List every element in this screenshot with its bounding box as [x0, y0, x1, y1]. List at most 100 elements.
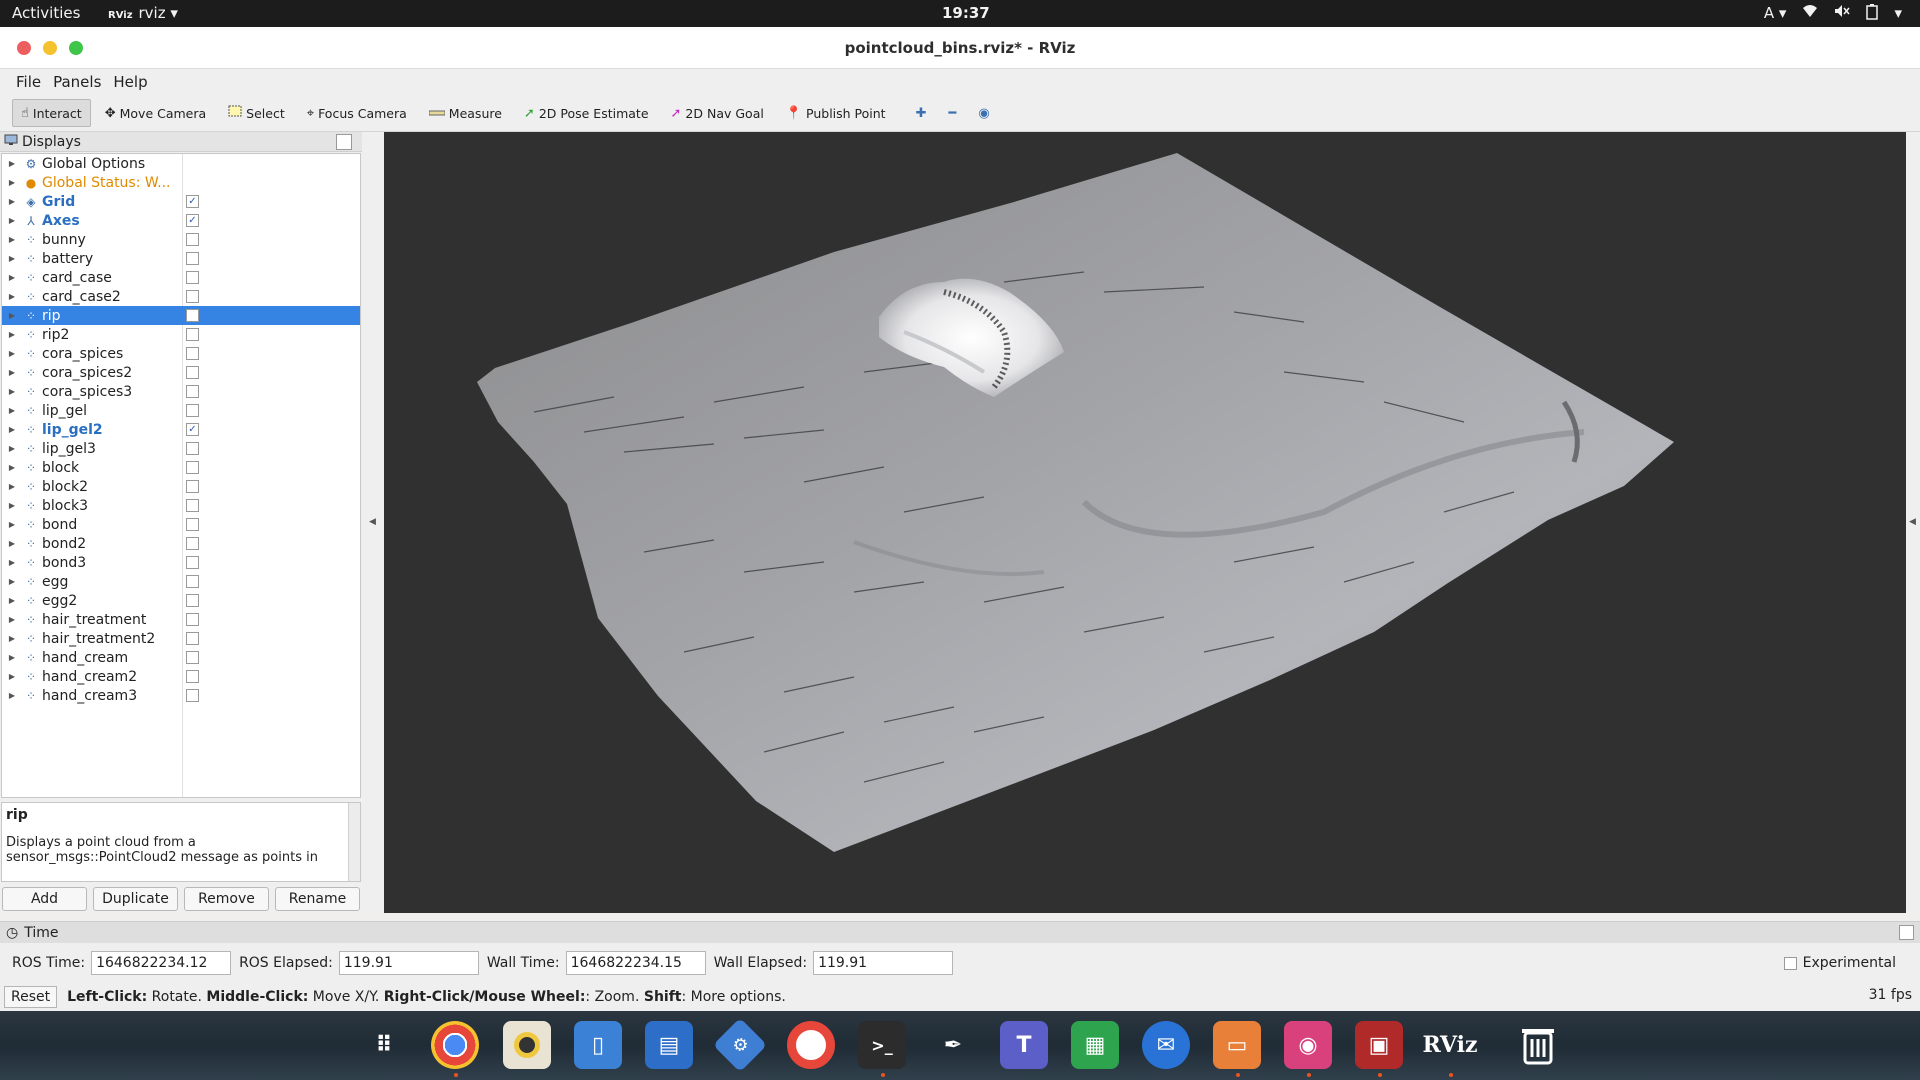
expand-arrow-icon[interactable]: ▶: [4, 691, 20, 700]
publish-point-tool-button[interactable]: 📍 Publish Point: [778, 99, 894, 127]
keyboard-layout-indicator[interactable]: A ▾: [1764, 4, 1787, 24]
expand-arrow-icon[interactable]: ▶: [4, 292, 20, 301]
add-display-button[interactable]: Add: [2, 887, 87, 911]
settings-icon[interactable]: ⚙: [712, 1017, 768, 1073]
display-enable-checkbox[interactable]: [186, 556, 199, 569]
display-row[interactable]: ▶ ◈ Grid ✓: [2, 192, 360, 211]
display-row[interactable]: ▶ ⁘ lip_gel: [2, 401, 360, 420]
display-enable-checkbox[interactable]: [186, 575, 199, 588]
display-row[interactable]: ▶ ⁘ hand_cream: [2, 648, 360, 667]
display-enable-checkbox[interactable]: [186, 347, 199, 360]
display-row[interactable]: ▶ ⁘ bond: [2, 515, 360, 534]
writer-icon[interactable]: ▤: [645, 1021, 693, 1069]
expand-arrow-icon[interactable]: ▶: [4, 387, 20, 396]
interact-tool-button[interactable]: ☝ Interact: [12, 99, 91, 127]
expand-arrow-icon[interactable]: ▶: [4, 311, 20, 320]
expand-arrow-icon[interactable]: ▶: [4, 444, 20, 453]
remove-display-button[interactable]: Remove: [184, 887, 269, 911]
expand-arrow-icon[interactable]: ▶: [4, 672, 20, 681]
display-enable-checkbox[interactable]: [186, 480, 199, 493]
display-row[interactable]: ▶ ⁘ rip2: [2, 325, 360, 344]
expand-arrow-icon[interactable]: ▶: [4, 653, 20, 662]
expand-arrow-icon[interactable]: ▶: [4, 539, 20, 548]
expand-arrow-icon[interactable]: ▶: [4, 596, 20, 605]
display-enable-checkbox[interactable]: [186, 613, 199, 626]
expand-arrow-icon[interactable]: ▶: [4, 368, 20, 377]
menu-help[interactable]: Help: [107, 69, 153, 95]
ros-elapsed-field[interactable]: 119.91: [338, 951, 479, 975]
expand-arrow-icon[interactable]: ▶: [4, 558, 20, 567]
display-row[interactable]: ▶ ⁘ block3: [2, 496, 360, 515]
display-enable-checkbox[interactable]: [186, 271, 199, 284]
expand-arrow-icon[interactable]: ▶: [4, 330, 20, 339]
trash-icon[interactable]: [1514, 1021, 1562, 1069]
experimental-checkbox[interactable]: [1783, 956, 1797, 970]
ros-time-field[interactable]: 1646822234.12: [91, 951, 232, 975]
menu-panels[interactable]: Panels: [47, 69, 107, 95]
display-enable-checkbox[interactable]: [186, 252, 199, 265]
expand-arrow-icon[interactable]: ▶: [4, 520, 20, 529]
display-enable-checkbox[interactable]: ✓: [186, 423, 199, 436]
display-row[interactable]: ▶ ⁘ block: [2, 458, 360, 477]
display-row[interactable]: ▶ ⚙ Global Options: [2, 154, 360, 173]
display-enable-checkbox[interactable]: [186, 290, 199, 303]
display-row[interactable]: ▶ ⁘ bond3: [2, 553, 360, 572]
expand-arrow-icon[interactable]: ▶: [4, 235, 20, 244]
rqt-icon[interactable]: ▣: [1355, 1021, 1403, 1069]
panel-undock-button[interactable]: [1899, 925, 1914, 940]
display-row[interactable]: ▶ ⁘ hair_treatment: [2, 610, 360, 629]
display-enable-checkbox[interactable]: [186, 404, 199, 417]
display-row[interactable]: ▶ ⁘ lip_gel3: [2, 439, 360, 458]
display-enable-checkbox[interactable]: [186, 385, 199, 398]
select-tool-button[interactable]: Select: [220, 99, 293, 127]
display-row[interactable]: ▶ ⁘ egg: [2, 572, 360, 591]
move-camera-tool-button[interactable]: ✥ Move Camera: [97, 99, 214, 127]
display-row[interactable]: ▶ ⁘ egg2: [2, 591, 360, 610]
apps-grid-icon[interactable]: ⠿: [360, 1021, 408, 1069]
display-row[interactable]: ▶ ⁘ card_case2: [2, 287, 360, 306]
add-tool-button[interactable]: ✚: [908, 99, 935, 127]
display-enable-checkbox[interactable]: [186, 499, 199, 512]
teams-icon[interactable]: T: [1000, 1021, 1048, 1069]
display-enable-checkbox[interactable]: [186, 518, 199, 531]
display-row[interactable]: ▶ ⁘ card_case: [2, 268, 360, 287]
expand-arrow-icon[interactable]: ▶: [4, 216, 20, 225]
duplicate-display-button[interactable]: Duplicate: [93, 887, 178, 911]
experimental-option[interactable]: Experimental: [1783, 955, 1896, 971]
menu-file[interactable]: File: [10, 69, 47, 95]
displays-tree[interactable]: ▶ ⚙ Global Options ▶ ● Global Status: W... ▶ ◈ G…: [1, 153, 361, 798]
display-enable-checkbox[interactable]: [186, 442, 199, 455]
system-tray[interactable]: A ▾ ▾: [1764, 4, 1902, 24]
rename-display-button[interactable]: Rename: [275, 887, 360, 911]
thunderbird-icon[interactable]: ✉: [1142, 1021, 1190, 1069]
display-enable-checkbox[interactable]: ✓: [186, 214, 199, 227]
display-enable-checkbox[interactable]: [186, 632, 199, 645]
rhythmbox-icon[interactable]: [503, 1021, 551, 1069]
app-menu[interactable]: RViz rviz ▾: [108, 4, 178, 22]
reset-button[interactable]: Reset: [4, 986, 58, 1008]
activities-button[interactable]: Activities: [12, 4, 80, 22]
files-icon[interactable]: ▯: [574, 1021, 622, 1069]
expand-arrow-icon[interactable]: ▶: [4, 349, 20, 358]
expand-arrow-icon[interactable]: ▶: [4, 615, 20, 624]
expand-arrow-icon[interactable]: ▶: [4, 482, 20, 491]
clock[interactable]: 19:37: [942, 4, 990, 22]
display-row[interactable]: ▶ ⁘ cora_spices2: [2, 363, 360, 382]
display-row[interactable]: ▶ ⁘ hand_cream2: [2, 667, 360, 686]
display-enable-checkbox[interactable]: ✓: [186, 195, 199, 208]
left-panel-splitter[interactable]: ◀: [362, 132, 384, 913]
display-enable-checkbox[interactable]: [186, 366, 199, 379]
impress-icon[interactable]: ▭: [1213, 1021, 1261, 1069]
display-enable-checkbox[interactable]: [186, 689, 199, 702]
display-row[interactable]: ▶ ⁘ lip_gel2 ✓: [2, 420, 360, 439]
tool-properties-button[interactable]: ◉: [970, 99, 997, 127]
display-row[interactable]: ▶ ⁘ bunny: [2, 230, 360, 249]
wall-time-field[interactable]: 1646822234.15: [565, 951, 706, 975]
expand-arrow-icon[interactable]: ▶: [4, 501, 20, 510]
remove-tool-button[interactable]: ━: [941, 99, 965, 127]
display-enable-checkbox[interactable]: [186, 537, 199, 550]
display-enable-checkbox[interactable]: [186, 651, 199, 664]
display-row[interactable]: ▶ ⁘ block2: [2, 477, 360, 496]
pose-estimate-tool-button[interactable]: ➚ 2D Pose Estimate: [516, 99, 657, 127]
display-enable-checkbox[interactable]: [186, 670, 199, 683]
